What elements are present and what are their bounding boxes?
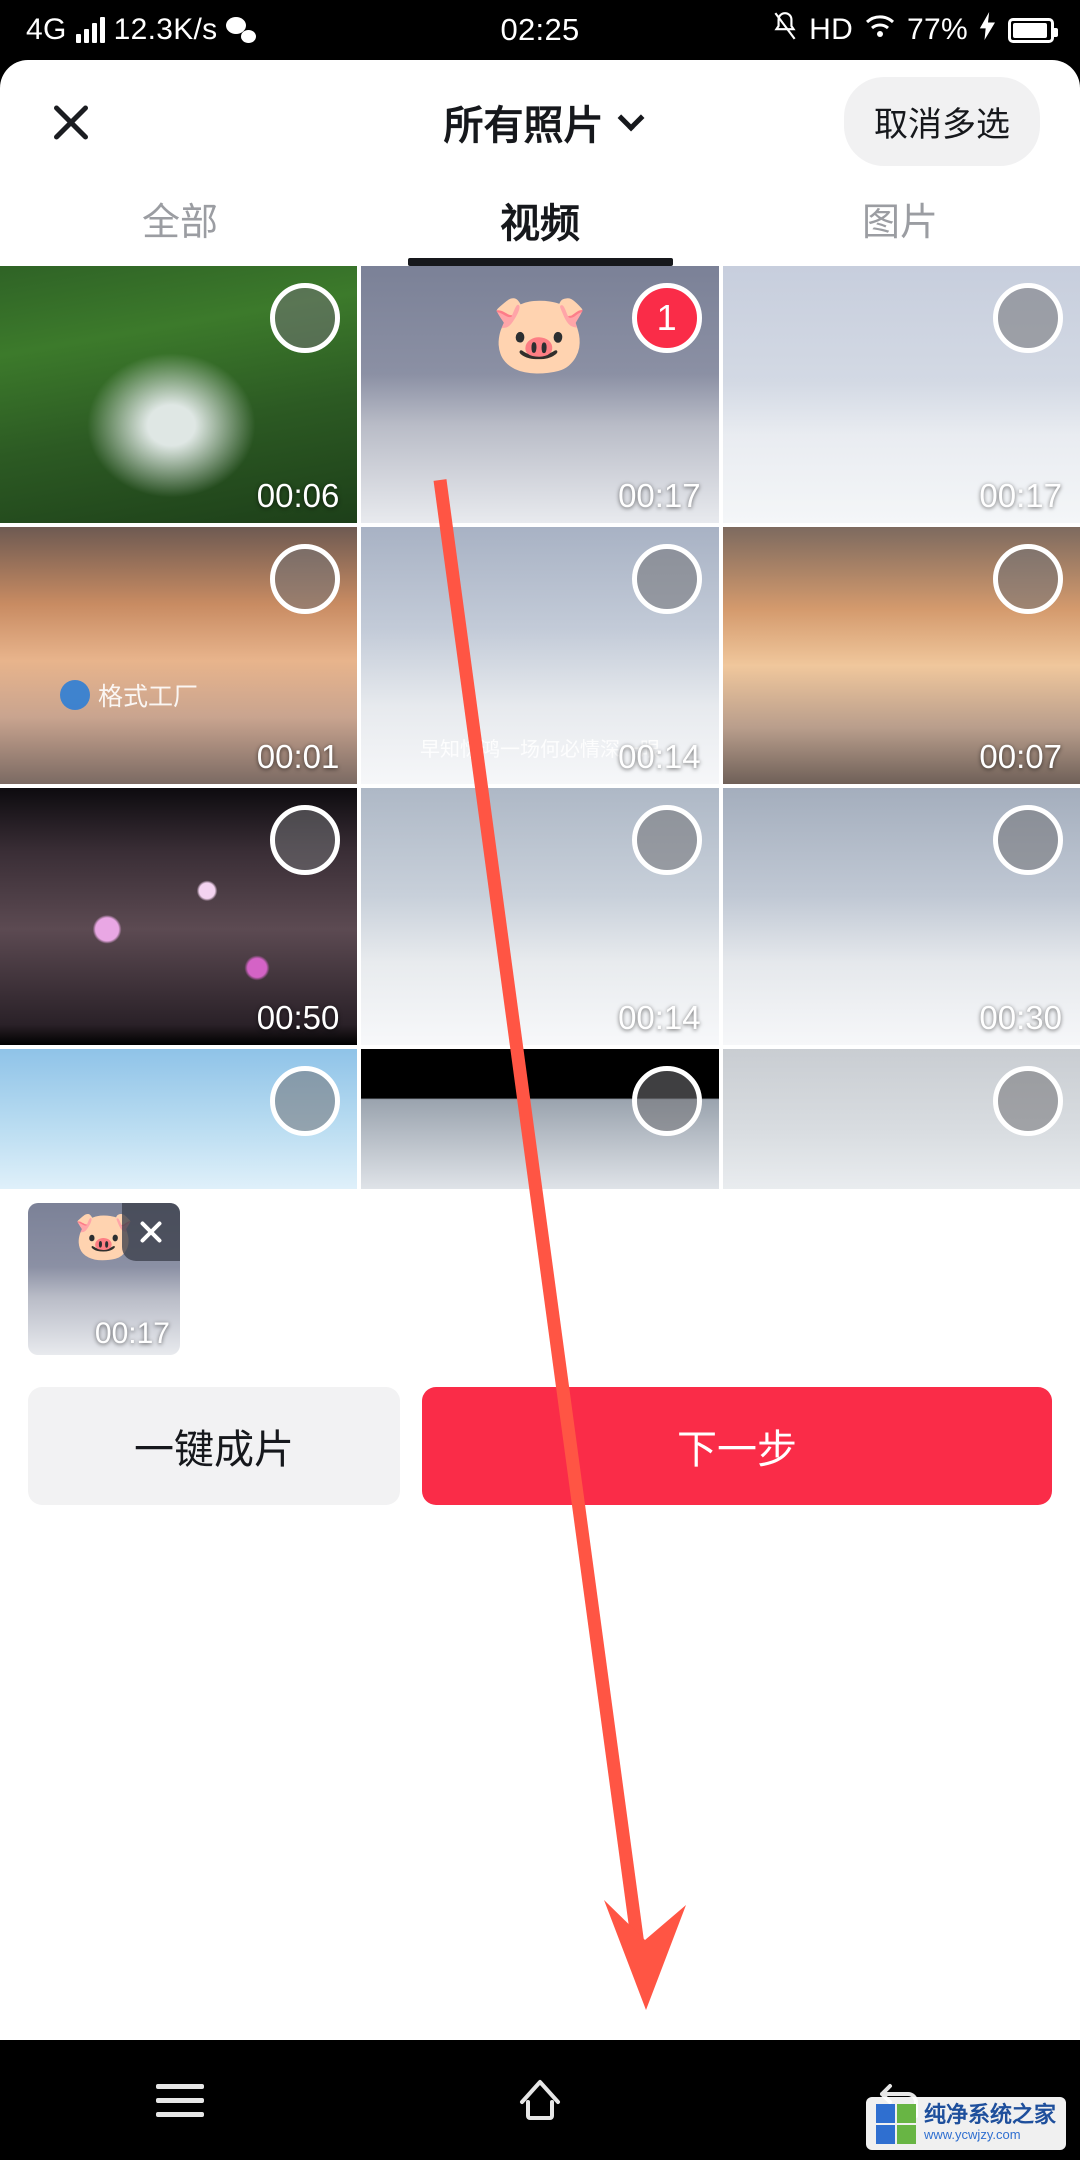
selection-circle[interactable] [993, 544, 1063, 614]
pig-sticker-icon: 🐷 [491, 289, 589, 377]
network-speed-label: 12.3K/s [113, 13, 218, 46]
format-factory-icon [60, 680, 90, 710]
selection-circle[interactable] [993, 1066, 1063, 1136]
tab-all-label: 全部 [141, 202, 218, 244]
duration-label: 00:01 [256, 738, 340, 775]
system-nav-bar: 纯净系统之家 www.ycwjzy.com [0, 2040, 1080, 2160]
media-grid: 00:06 🐷 1 00:17 00:17 格式工厂 00:01 早知惊鸿一场何必情深一眼 00… [0, 266, 1080, 1189]
close-icon[interactable] [40, 91, 102, 153]
status-bar-left: 4G 12.3K/s [26, 13, 257, 47]
selection-order-number: 1 [656, 297, 677, 338]
media-cell[interactable]: 00:07 [722, 527, 1080, 784]
album-selector[interactable]: 所有照片 [360, 93, 720, 151]
selected-items-strip: 🐷 00:17 [0, 1189, 1080, 1369]
tab-image-label: 图片 [861, 202, 938, 244]
watermark-logo-icon [875, 2103, 916, 2144]
status-bar: 4G 12.3K/s 02:25 HD 77% [0, 0, 1080, 60]
battery-icon [1008, 17, 1058, 43]
selection-circle[interactable] [631, 805, 702, 875]
wechat-icon [226, 17, 257, 43]
duration-label: 00:14 [618, 738, 701, 775]
duration-label: 00:07 [979, 738, 1062, 775]
chevron-down-icon [617, 104, 644, 132]
selection-circle[interactable] [631, 544, 702, 614]
selection-badge-selected[interactable]: 1 [631, 283, 702, 353]
media-cell[interactable]: 🐷 1 00:17 [361, 266, 719, 523]
cancel-multiselect-button[interactable]: 取消多选 [844, 77, 1040, 166]
media-type-tabs: 全部 视频 图片 [0, 183, 1080, 266]
tab-image[interactable]: 图片 [720, 183, 1080, 266]
album-title-label: 所有照片 [443, 103, 604, 148]
tab-video-label: 视频 [500, 202, 580, 246]
tab-video[interactable]: 视频 [360, 183, 720, 266]
network-type-label: 4G [26, 13, 67, 46]
media-cell[interactable]: 早知惊鸿一场何必情深一眼 00:14 [361, 527, 719, 784]
battery-percent-label: 77% [907, 13, 968, 46]
watermark-title: 纯净系统之家 [923, 2102, 1056, 2128]
status-bar-right: HD 77% [772, 11, 1058, 49]
duration-label: 00:17 [618, 477, 701, 514]
selected-item-chip[interactable]: 🐷 00:17 [28, 1203, 180, 1355]
media-cell[interactable] [361, 1049, 719, 1189]
remove-selected-icon[interactable] [122, 1203, 180, 1261]
selection-circle[interactable] [270, 805, 341, 875]
home-icon[interactable] [508, 2068, 572, 2132]
clip-watermark-label: 格式工厂 [98, 683, 199, 711]
media-cell[interactable]: 00:06 [0, 266, 358, 523]
selection-circle[interactable] [270, 544, 341, 614]
media-cell[interactable]: 00:30 [722, 788, 1080, 1045]
tab-all[interactable]: 全部 [0, 183, 360, 266]
selection-circle[interactable] [631, 1066, 702, 1136]
clip-watermark: 格式工厂 [60, 677, 198, 713]
duration-label: 00:17 [979, 477, 1062, 514]
charging-bolt-icon [979, 12, 997, 48]
site-watermark: 纯净系统之家 www.ycwjzy.com [865, 2097, 1066, 2150]
selection-circle[interactable] [270, 1066, 341, 1136]
duration-label: 00:14 [618, 999, 701, 1036]
duration-label: 00:30 [979, 999, 1062, 1036]
duration-label: 00:17 [94, 1317, 170, 1350]
picker-sheet: 所有照片 取消多选 全部 视频 图片 00:06 🐷 1 00:17 00:17 格式工厂… [0, 60, 1080, 2045]
signal-bars-icon [75, 17, 105, 43]
duration-label: 00:50 [256, 999, 340, 1036]
duration-label: 00:06 [256, 477, 340, 514]
menu-icon[interactable] [148, 2068, 212, 2132]
one-click-movie-button[interactable]: 一键成片 [28, 1387, 400, 1505]
selection-circle[interactable] [993, 805, 1063, 875]
media-cell[interactable]: 00:14 [361, 788, 719, 1045]
media-cell[interactable]: 00:50 [0, 788, 358, 1045]
media-cell[interactable] [722, 1049, 1080, 1189]
hd-label: HD [809, 13, 854, 46]
action-bar: 一键成片 下一步 [0, 1369, 1080, 1505]
wifi-icon [864, 13, 896, 47]
tab-video-indicator [407, 258, 673, 266]
next-step-button[interactable]: 下一步 [422, 1387, 1052, 1505]
selection-circle[interactable] [993, 283, 1063, 353]
app-bar: 所有照片 取消多选 [0, 60, 1080, 183]
watermark-url: www.ycwjzy.com [923, 2127, 1021, 2143]
media-cell[interactable]: 格式工厂 00:01 [0, 527, 358, 784]
selection-circle[interactable] [270, 283, 341, 353]
media-cell[interactable]: 00:17 [722, 266, 1080, 523]
media-cell[interactable] [0, 1049, 358, 1189]
mute-bell-icon [772, 11, 798, 49]
